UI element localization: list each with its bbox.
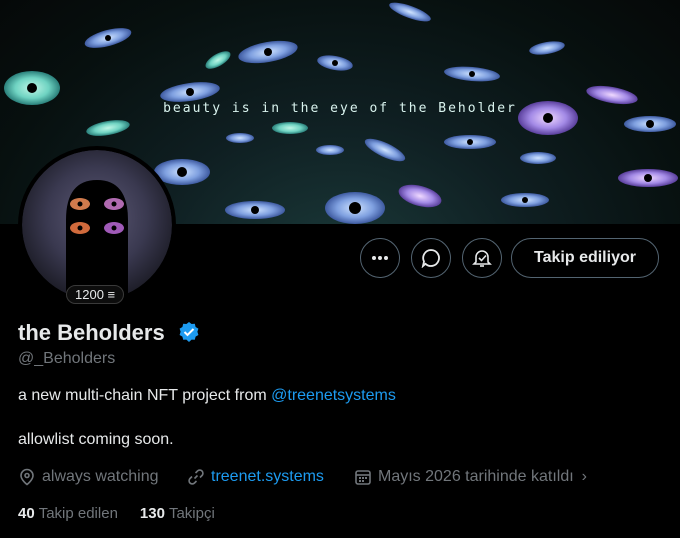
followers-count: 130 xyxy=(139,505,165,522)
followers-label: Takipçi xyxy=(168,505,215,522)
followers-stat[interactable]: 130 Takipçi xyxy=(140,505,215,522)
calendar-icon xyxy=(355,470,371,485)
profile-name: the Beholders xyxy=(18,320,165,345)
message-button[interactable] xyxy=(411,238,451,278)
stack-icon: ≡ xyxy=(107,287,116,302)
chevron-right-icon[interactable]: › xyxy=(582,468,587,486)
following-stat[interactable]: 40 Takip edilen xyxy=(18,505,118,522)
bio-text: a new multi-chain NFT project from xyxy=(18,387,272,404)
bio-mention-link[interactable]: @treenetsystems xyxy=(271,387,396,404)
more-dots-icon xyxy=(372,256,388,260)
join-date-text: Mayıs 2026 tarihinde katıldı xyxy=(378,468,574,485)
profile-handle: @_Beholders xyxy=(18,350,116,367)
following-label: Takip edilen xyxy=(38,505,118,522)
bio-line-2: allowlist coming soon. xyxy=(18,431,174,448)
website-link[interactable]: treenet.systems xyxy=(211,468,324,486)
following-button[interactable]: Takip ediliyor xyxy=(511,238,659,278)
location: always watching xyxy=(18,468,159,486)
location-text: always watching xyxy=(42,468,159,485)
more-options-button[interactable] xyxy=(360,238,400,278)
website[interactable]: treenet.systems xyxy=(187,468,324,486)
location-pin-icon xyxy=(20,468,34,486)
follow-stats: 40 Takip edilen 130 Takipçi xyxy=(18,505,237,522)
notifications-button[interactable] xyxy=(462,238,502,278)
avatar-count-value: 1200 xyxy=(75,287,104,302)
bio-line-1: a new multi-chain NFT project from @tree… xyxy=(18,387,396,405)
join-date: Mayıs 2026 tarihinde katıldı › xyxy=(354,468,587,486)
message-bubble-icon xyxy=(421,249,440,268)
avatar-count-badge: 1200 ≡ xyxy=(66,285,125,304)
beholder-avatar-art xyxy=(66,180,128,300)
banner-tagline: beauty is in the eye of the Beholder xyxy=(163,101,517,116)
verified-badge-icon[interactable] xyxy=(178,321,200,343)
bell-check-icon xyxy=(472,250,492,267)
link-icon xyxy=(188,469,204,485)
following-count: 40 xyxy=(18,505,35,522)
avatar[interactable] xyxy=(18,146,176,304)
